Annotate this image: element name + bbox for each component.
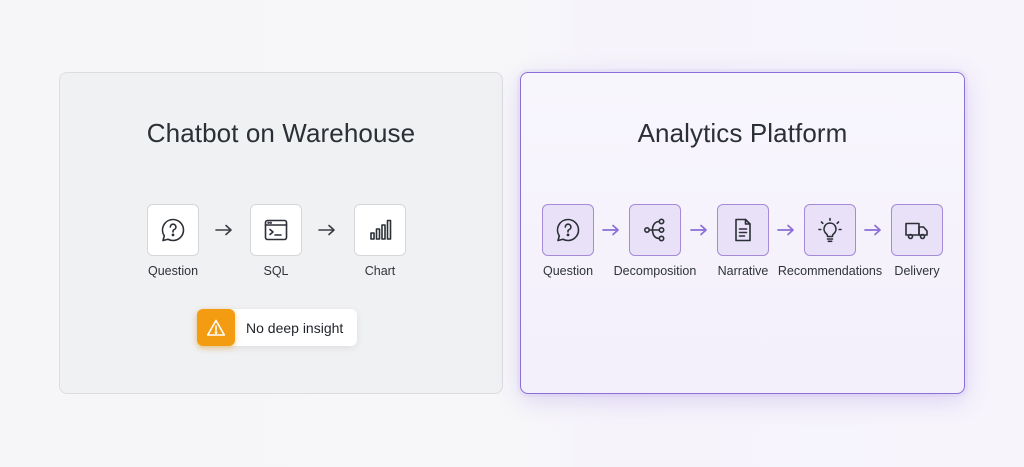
terminal-icon xyxy=(264,219,288,241)
question-bubble-icon xyxy=(161,218,185,242)
chatbot-panel: Chatbot on Warehouse Question SQL Chart … xyxy=(59,72,503,394)
panel-title: Chatbot on Warehouse xyxy=(146,118,416,148)
arrow-right-icon xyxy=(777,224,794,236)
warning-triangle-icon xyxy=(206,319,226,336)
question-bubble-icon xyxy=(556,218,580,242)
node-label: Narrative xyxy=(717,264,769,278)
node-label: SQL xyxy=(263,264,289,278)
narrative-node xyxy=(717,204,769,256)
arrow-right-icon xyxy=(864,224,881,236)
node-label: Question xyxy=(147,264,199,278)
node-label: Chart xyxy=(364,264,396,278)
question-node xyxy=(542,204,594,256)
warning-badge: No deep insight xyxy=(197,309,357,346)
sql-node xyxy=(250,204,302,256)
node-label: Question xyxy=(542,264,594,278)
node-label: Delivery xyxy=(894,264,940,278)
arrow-right-icon xyxy=(318,224,335,236)
arrow-right-icon xyxy=(690,224,707,236)
node-label: Recommendations xyxy=(777,264,883,278)
decomposition-node xyxy=(629,204,681,256)
arrow-right-icon xyxy=(602,224,619,236)
recommendations-node xyxy=(804,204,856,256)
delivery-node xyxy=(891,204,943,256)
node-label: Decomposition xyxy=(613,264,697,278)
analytics-panel: Analytics Platform Question Decompositio… xyxy=(520,72,965,394)
truck-icon xyxy=(905,222,928,240)
bar-chart-icon xyxy=(370,219,392,240)
warning-text: No deep insight xyxy=(246,319,344,336)
chart-node xyxy=(354,204,406,256)
warning-icon-box xyxy=(197,309,235,346)
panel-title: Analytics Platform xyxy=(637,118,848,148)
lightbulb-icon xyxy=(818,217,842,243)
arrow-right-icon xyxy=(215,224,232,236)
question-node xyxy=(147,204,199,256)
document-icon xyxy=(735,218,751,242)
branch-icon xyxy=(643,218,665,242)
